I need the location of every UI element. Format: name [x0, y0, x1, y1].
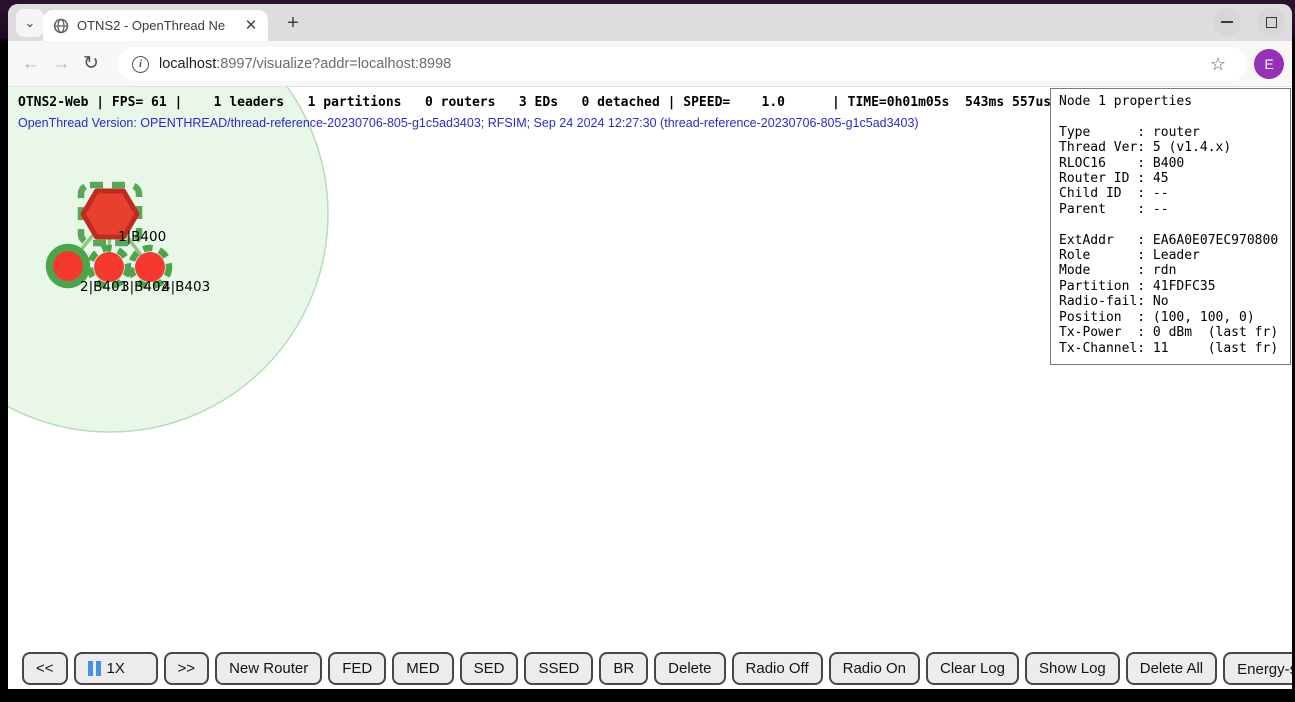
med-button-label: MED: [406, 660, 439, 677]
new-router-button[interactable]: New Router: [215, 652, 322, 685]
energy-stats-button-label: Energy-stats ↗: [1237, 660, 1292, 678]
speed-up-button[interactable]: >>: [164, 652, 210, 685]
fed-button[interactable]: FED: [328, 652, 386, 685]
panel-line: Type : router: [1059, 125, 1282, 140]
minimize-icon: [1221, 21, 1233, 23]
navigation-bar: ← → ↻ i localhost:8997/visualize?addr=lo…: [8, 41, 1292, 87]
url-host: localhost: [159, 56, 216, 72]
panel-line: Child ID : --: [1059, 186, 1282, 201]
speed-down-button-label: <<: [36, 660, 54, 677]
panel-line: Thread Ver: 5 (v1.4.x): [1059, 140, 1282, 155]
clear-log-button[interactable]: Clear Log: [926, 652, 1019, 685]
speed-up-button-label: >>: [178, 660, 196, 677]
address-bar[interactable]: i localhost:8997/visualize?addr=localhos…: [118, 47, 1248, 81]
maximize-button[interactable]: [1257, 8, 1285, 36]
url-path: :8997/visualize?addr=localhost:8998: [216, 56, 451, 72]
panel-line: [1059, 217, 1282, 232]
ssed-button[interactable]: SSED: [524, 652, 593, 685]
radio-off-button[interactable]: Radio Off: [732, 652, 823, 685]
tab-strip: ⌄ OTNS2 - OpenThread Ne ✕ +: [8, 4, 1292, 41]
panel-line: Partition : 41FDFC35: [1059, 279, 1282, 294]
tab-close-icon[interactable]: ✕: [242, 17, 260, 35]
radio-on-button-label: Radio On: [843, 660, 906, 677]
panel-line: [1059, 109, 1282, 124]
delete-all-button-label: Delete All: [1140, 660, 1203, 677]
panel-line: ExtAddr : EA6A0E07EC970800: [1059, 233, 1282, 248]
site-info-icon[interactable]: i: [132, 56, 149, 73]
otns-page: 1|B400 2|B401 3|B402 4|B403 OTNS2-Web | …: [8, 87, 1292, 689]
radio-on-button[interactable]: Radio On: [829, 652, 920, 685]
panel-line: Node 1 properties: [1059, 94, 1282, 109]
speed-button[interactable]: 1X: [74, 652, 158, 685]
tab-title: OTNS2 - OpenThread Ne: [77, 18, 234, 33]
panel-line: Router ID : 45: [1059, 171, 1282, 186]
status-bar: OTNS2-Web | FPS= 61 | 1 leaders 1 partit…: [18, 95, 1051, 110]
bookmark-star-icon[interactable]: ☆: [1210, 54, 1226, 75]
new-router-button-label: New Router: [229, 660, 308, 677]
url-text[interactable]: localhost:8997/visualize?addr=localhost:…: [159, 56, 1210, 72]
delete-all-button[interactable]: Delete All: [1126, 652, 1217, 685]
show-log-button[interactable]: Show Log: [1025, 652, 1120, 685]
speed-down-button[interactable]: <<: [22, 652, 68, 685]
node-4-label: 4|B403: [162, 279, 210, 295]
browser-window: ⌄ OTNS2 - OpenThread Ne ✕ + ← → ↻ i loca…: [8, 4, 1292, 689]
chevron-down-icon: ⌄: [25, 15, 36, 31]
panel-line: RLOC16 : B400: [1059, 156, 1282, 171]
minimize-button[interactable]: [1213, 8, 1241, 36]
node-1-label: 1|B400: [118, 229, 166, 245]
tab-otns2[interactable]: OTNS2 - OpenThread Ne ✕: [43, 10, 268, 41]
med-button[interactable]: MED: [392, 652, 453, 685]
delete-button[interactable]: Delete: [654, 652, 725, 685]
fed-button-label: FED: [342, 660, 372, 677]
speed-button-label: 1X: [107, 660, 125, 677]
node-properties-panel: Node 1 properties Type : routerThread Ve…: [1050, 88, 1291, 365]
panel-line: Parent : --: [1059, 202, 1282, 217]
clear-log-button-label: Clear Log: [940, 660, 1005, 677]
energy-stats-button[interactable]: Energy-stats ↗: [1223, 652, 1292, 685]
bottom-toolbar: << 1X >> New Router FED MED SED SSED BR Delete Rad…: [22, 652, 1292, 685]
globe-icon: [53, 18, 69, 34]
delete-button-label: Delete: [668, 660, 711, 677]
panel-line: Position : (100, 100, 0): [1059, 310, 1282, 325]
tab-search-button[interactable]: ⌄: [16, 9, 44, 37]
show-log-button-label: Show Log: [1039, 660, 1106, 677]
pause-icon: [88, 661, 101, 676]
panel-line: Tx-Power : 0 dBm (last fr): [1059, 325, 1282, 340]
new-tab-button[interactable]: +: [280, 11, 306, 37]
sed-button-label: SED: [474, 660, 505, 677]
reload-icon[interactable]: ↻: [76, 52, 106, 75]
panel-line: Radio-fail: No: [1059, 294, 1282, 309]
radio-off-button-label: Radio Off: [746, 660, 809, 677]
profile-avatar[interactable]: E: [1254, 49, 1284, 79]
back-icon[interactable]: ←: [16, 53, 46, 75]
panel-line: Mode : rdn: [1059, 263, 1282, 278]
br-button-label: BR: [613, 660, 634, 677]
maximize-icon: [1266, 17, 1277, 28]
panel-line: Tx-Channel: 11 (last fr): [1059, 341, 1282, 356]
sed-button[interactable]: SED: [460, 652, 519, 685]
openthread-version-line[interactable]: OpenThread Version: OPENTHREAD/thread-re…: [18, 116, 919, 130]
br-button[interactable]: BR: [599, 652, 648, 685]
ssed-button-label: SSED: [538, 660, 579, 677]
forward-icon[interactable]: →: [46, 53, 76, 75]
panel-line: Role : Leader: [1059, 248, 1282, 263]
